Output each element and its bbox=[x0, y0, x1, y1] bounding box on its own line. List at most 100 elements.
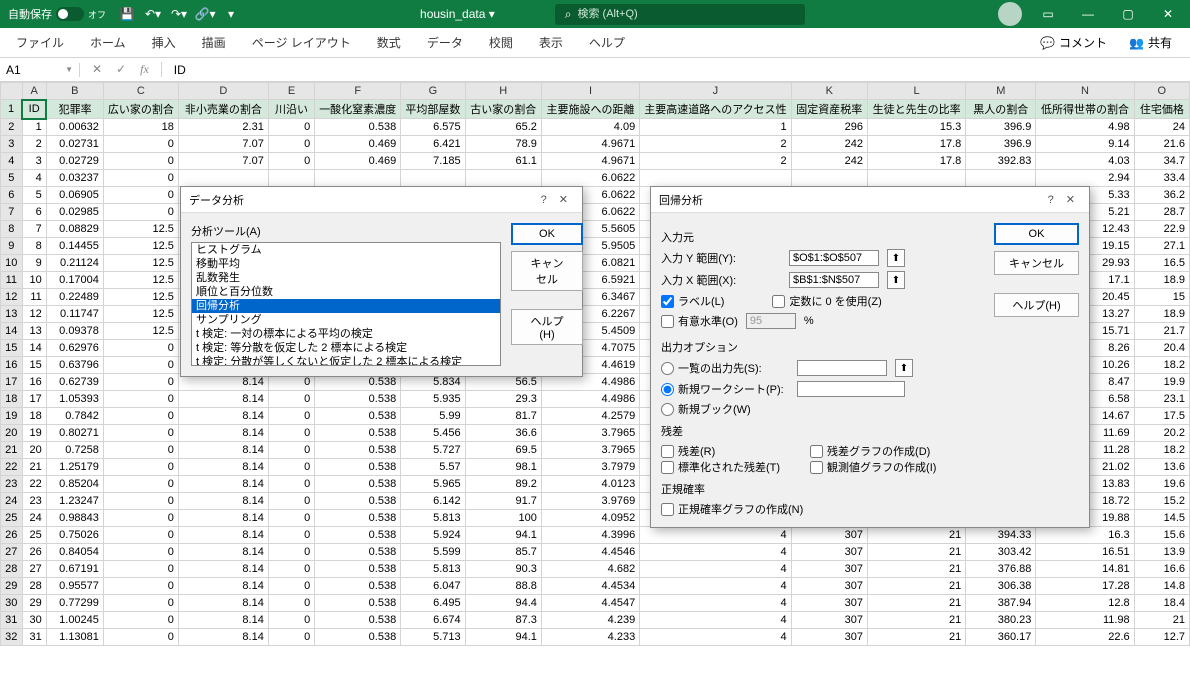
cell[interactable]: 28 bbox=[22, 578, 46, 595]
cell[interactable]: 12.5 bbox=[103, 272, 178, 289]
cell[interactable]: 0.538 bbox=[315, 408, 401, 425]
cell[interactable]: 0 bbox=[103, 204, 178, 221]
cell[interactable]: 3 bbox=[22, 153, 46, 170]
row-header[interactable]: 29 bbox=[1, 578, 23, 595]
more-icon[interactable]: ▾ bbox=[222, 5, 240, 23]
filename[interactable]: housin_data ▾ bbox=[420, 7, 495, 21]
cell[interactable]: 4.9671 bbox=[541, 153, 639, 170]
cancel-button[interactable]: キャンセル bbox=[994, 251, 1079, 275]
cell[interactable]: 0.08829 bbox=[46, 221, 103, 238]
cell[interactable]: 5.456 bbox=[401, 425, 465, 442]
cell[interactable]: 25 bbox=[22, 527, 46, 544]
help-button[interactable]: ヘルプ(H) bbox=[994, 293, 1079, 317]
cell[interactable]: 21.7 bbox=[1134, 323, 1189, 340]
cell[interactable]: 17.5 bbox=[1134, 408, 1189, 425]
cell[interactable]: 18.4 bbox=[1134, 595, 1189, 612]
cell[interactable]: 4 bbox=[640, 527, 791, 544]
cell[interactable]: 30 bbox=[22, 612, 46, 629]
cell[interactable]: 3.9769 bbox=[541, 493, 639, 510]
cell[interactable]: 5 bbox=[22, 187, 46, 204]
cell[interactable]: 13.9 bbox=[1134, 544, 1189, 561]
cell[interactable] bbox=[867, 170, 965, 187]
cell[interactable]: 0.75026 bbox=[46, 527, 103, 544]
new-book-radio[interactable] bbox=[661, 403, 674, 416]
tab-file[interactable]: ファイル bbox=[12, 28, 68, 57]
cell[interactable]: 26 bbox=[22, 544, 46, 561]
cancel-button[interactable]: キャンセル bbox=[511, 251, 583, 291]
cell[interactable]: 0 bbox=[103, 561, 178, 578]
cell[interactable]: 303.42 bbox=[966, 544, 1036, 561]
cell[interactable]: 5.813 bbox=[401, 510, 465, 527]
std-residuals-checkbox[interactable] bbox=[661, 461, 674, 474]
cell[interactable]: 8.14 bbox=[178, 425, 268, 442]
list-item[interactable]: 乱数発生 bbox=[192, 271, 500, 285]
cell[interactable]: 8.14 bbox=[178, 493, 268, 510]
row-header[interactable]: 28 bbox=[1, 561, 23, 578]
cell[interactable]: 6.674 bbox=[401, 612, 465, 629]
cell[interactable]: 13 bbox=[22, 323, 46, 340]
redo-icon[interactable]: ↷▾ bbox=[170, 5, 188, 23]
row-header[interactable]: 7 bbox=[1, 204, 23, 221]
cell[interactable]: 7 bbox=[22, 221, 46, 238]
cell[interactable]: 17.8 bbox=[867, 136, 965, 153]
cell[interactable]: 307 bbox=[791, 612, 867, 629]
col-header[interactable]: G bbox=[401, 83, 465, 100]
cell[interactable]: 34.7 bbox=[1134, 153, 1189, 170]
cell[interactable]: 黒人の割合 bbox=[966, 100, 1036, 119]
cell[interactable]: 0.62976 bbox=[46, 340, 103, 357]
close-icon[interactable]: ✕ bbox=[1154, 5, 1182, 23]
cell[interactable]: 平均部屋数 bbox=[401, 100, 465, 119]
cell[interactable]: 24 bbox=[22, 510, 46, 527]
row-header[interactable]: 15 bbox=[1, 340, 23, 357]
row-header[interactable]: 9 bbox=[1, 238, 23, 255]
cell[interactable]: 17.28 bbox=[1036, 578, 1134, 595]
cell[interactable]: 0.85204 bbox=[46, 476, 103, 493]
cell[interactable] bbox=[966, 170, 1036, 187]
cell[interactable]: 307 bbox=[791, 578, 867, 595]
cell[interactable]: 91.7 bbox=[465, 493, 541, 510]
help-button[interactable]: ヘルプ(H) bbox=[511, 309, 583, 345]
cell[interactable]: 94.1 bbox=[465, 629, 541, 646]
cell[interactable]: 16 bbox=[22, 374, 46, 391]
cell[interactable]: 21 bbox=[867, 629, 965, 646]
y-range-input[interactable] bbox=[789, 250, 879, 266]
cell[interactable]: 非小売業の割合 bbox=[178, 100, 268, 119]
search-input[interactable] bbox=[578, 8, 795, 20]
tab-draw[interactable]: 描画 bbox=[198, 28, 230, 57]
cell[interactable]: 20 bbox=[22, 442, 46, 459]
cell[interactable]: 17 bbox=[22, 391, 46, 408]
cell[interactable]: 23.1 bbox=[1134, 391, 1189, 408]
cell[interactable]: 0 bbox=[268, 510, 314, 527]
row-header[interactable]: 18 bbox=[1, 391, 23, 408]
cell[interactable]: 33.4 bbox=[1134, 170, 1189, 187]
output-range-input[interactable] bbox=[797, 360, 887, 376]
col-header[interactable]: E bbox=[268, 83, 314, 100]
cell[interactable]: 0 bbox=[268, 459, 314, 476]
cell[interactable]: 4.9671 bbox=[541, 136, 639, 153]
cell[interactable]: 21 bbox=[867, 561, 965, 578]
cell[interactable]: 392.83 bbox=[966, 153, 1036, 170]
row-header[interactable]: 8 bbox=[1, 221, 23, 238]
cell[interactable]: 4.4547 bbox=[541, 595, 639, 612]
cell[interactable]: 16.6 bbox=[1134, 561, 1189, 578]
row-header[interactable]: 22 bbox=[1, 459, 23, 476]
row-header[interactable]: 21 bbox=[1, 442, 23, 459]
close-icon[interactable]: ✕ bbox=[1060, 191, 1081, 208]
cell[interactable]: 2.31 bbox=[178, 119, 268, 136]
cell[interactable]: 4.4534 bbox=[541, 578, 639, 595]
row-header[interactable]: 12 bbox=[1, 289, 23, 306]
toggle-off-icon[interactable] bbox=[56, 7, 84, 21]
cell[interactable]: 0 bbox=[268, 425, 314, 442]
cell[interactable]: 15.3 bbox=[867, 119, 965, 136]
cell[interactable]: 81.7 bbox=[465, 408, 541, 425]
cell[interactable]: 主要施設への距離 bbox=[541, 100, 639, 119]
cell[interactable]: 0 bbox=[103, 476, 178, 493]
cell[interactable]: 22 bbox=[22, 476, 46, 493]
cell[interactable]: 12 bbox=[22, 306, 46, 323]
cell[interactable]: 6.142 bbox=[401, 493, 465, 510]
cell[interactable] bbox=[315, 170, 401, 187]
row-header[interactable]: 13 bbox=[1, 306, 23, 323]
list-item[interactable]: ヒストグラム bbox=[192, 243, 500, 257]
cell[interactable]: 94.4 bbox=[465, 595, 541, 612]
cell[interactable]: 0.09378 bbox=[46, 323, 103, 340]
